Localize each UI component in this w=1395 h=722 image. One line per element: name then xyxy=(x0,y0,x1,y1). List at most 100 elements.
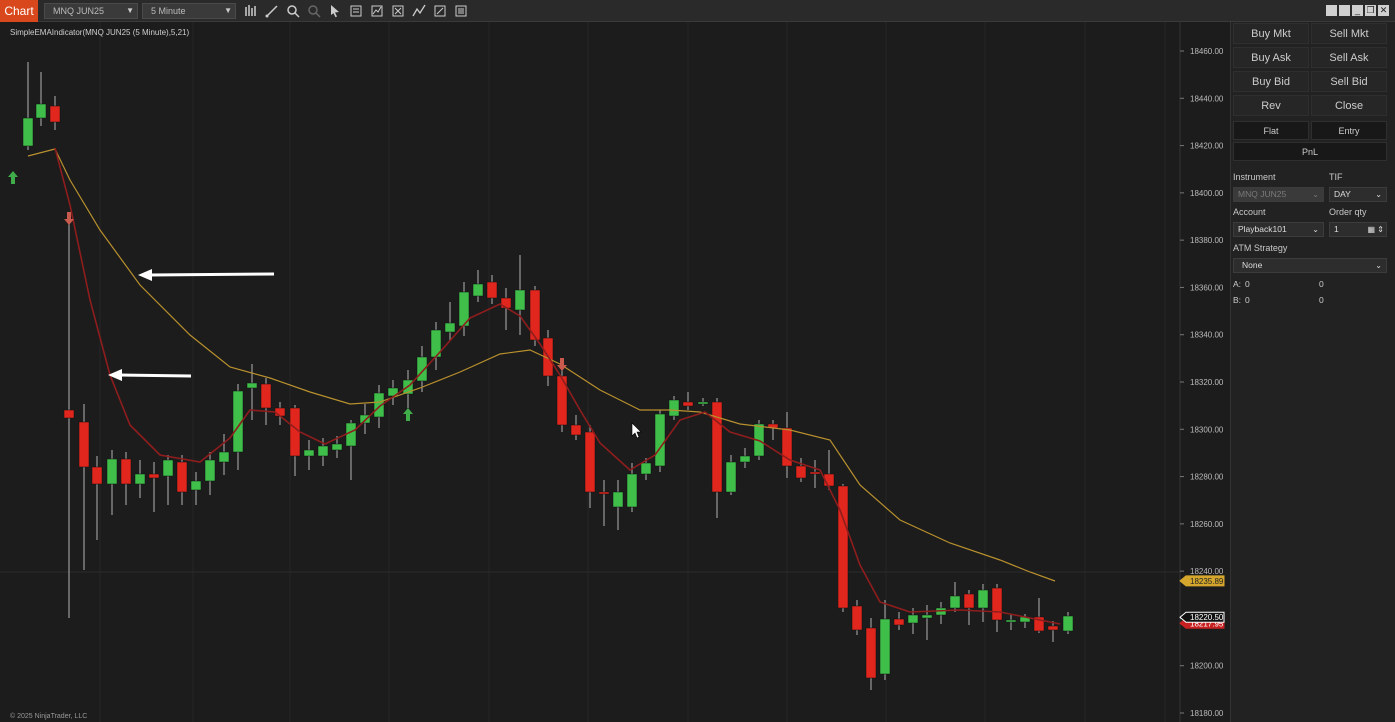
flat-button[interactable]: Flat xyxy=(1233,121,1309,140)
tif-select[interactable]: DAY ⌄ xyxy=(1329,187,1387,202)
candle xyxy=(289,405,301,476)
candle xyxy=(570,415,582,440)
sell-signal-arrow xyxy=(557,358,567,371)
strategies-icon[interactable] xyxy=(391,4,407,18)
template-icon[interactable] xyxy=(454,4,470,18)
restore-icon[interactable]: ❐ xyxy=(1365,5,1376,16)
candle xyxy=(134,460,146,498)
candle xyxy=(260,378,272,425)
candle xyxy=(837,484,849,612)
close-icon[interactable]: ✕ xyxy=(1378,5,1389,16)
candle xyxy=(1005,615,1017,630)
instrument-selector[interactable]: MNQ JUN25 ▼ xyxy=(44,3,138,19)
candle xyxy=(598,480,610,526)
properties-icon[interactable] xyxy=(433,4,449,18)
annotation-arrow xyxy=(138,269,275,281)
candle xyxy=(682,392,694,410)
tif-label: TIF xyxy=(1329,172,1343,182)
y-axis-tick-label: 18400.00 xyxy=(1190,189,1224,198)
candle xyxy=(444,302,456,340)
order-qty-stepper[interactable]: 1 ▦ ⇕ xyxy=(1329,222,1387,237)
tif-select-value: DAY xyxy=(1334,189,1351,199)
price-chart[interactable]: 18460.00 18440.00 18420.00 18400.00 18380.00… xyxy=(0,22,1230,722)
sell-bid-button[interactable]: Sell Bid xyxy=(1311,71,1387,92)
buy-ask-button[interactable]: Buy Ask xyxy=(1233,47,1309,68)
zoom-icon[interactable] xyxy=(286,4,302,18)
toolbar-icons xyxy=(244,4,470,18)
instrument-select-value: MNQ JUN25 xyxy=(1238,189,1287,199)
candle xyxy=(949,582,961,612)
maximize-panel-icon[interactable] xyxy=(1339,5,1350,16)
y-axis-tick-label: 18340.00 xyxy=(1190,331,1224,340)
close-button[interactable]: Close xyxy=(1311,95,1387,116)
a-value-2: 0 xyxy=(1319,279,1324,289)
candle xyxy=(795,458,807,482)
chevron-down-icon: ⌄ xyxy=(1375,190,1382,199)
pnl-button[interactable]: PnL xyxy=(1233,142,1387,161)
bar-type-icon[interactable] xyxy=(244,4,260,18)
account-select[interactable]: Playback101 ⌄ xyxy=(1233,222,1324,237)
candle xyxy=(49,96,61,130)
atm-strategy-label: ATM Strategy xyxy=(1233,243,1288,253)
y-axis-tick-label: 18380.00 xyxy=(1190,236,1224,245)
minimize-icon[interactable]: _ xyxy=(1352,5,1363,16)
candle xyxy=(35,72,47,126)
candle xyxy=(977,584,989,622)
mouse-cursor-icon xyxy=(631,422,642,439)
candle xyxy=(809,460,821,488)
chart-tab[interactable]: Chart xyxy=(0,0,38,22)
buy-mkt-button[interactable]: Buy Mkt xyxy=(1233,23,1309,44)
buy-signal-arrow xyxy=(8,171,18,184)
data-box-icon[interactable] xyxy=(349,4,365,18)
entry-button[interactable]: Entry xyxy=(1311,121,1387,140)
y-axis-tick-label: 18180.00 xyxy=(1190,709,1224,718)
candle xyxy=(1033,598,1045,633)
candle xyxy=(556,365,568,432)
chevron-down-icon: ⌄ xyxy=(1375,261,1382,270)
buy-bid-button[interactable]: Buy Bid xyxy=(1233,71,1309,92)
indicators-icon[interactable] xyxy=(370,4,386,18)
candle xyxy=(22,62,34,150)
y-axis-tick-label: 18360.00 xyxy=(1190,283,1224,292)
last-price-marker: 18220.50 xyxy=(1179,611,1225,623)
atm-strategy-select[interactable]: None ⌄ xyxy=(1233,258,1387,273)
ema-slow-price-marker-text: 18235.89 xyxy=(1190,577,1224,586)
candle xyxy=(767,420,779,440)
candle xyxy=(865,618,877,690)
y-axis-tick-label: 18300.00 xyxy=(1190,425,1224,434)
y-axis-tick-label: 18420.00 xyxy=(1190,142,1224,151)
candle xyxy=(879,600,891,680)
sell-ask-button[interactable]: Sell Ask xyxy=(1311,47,1387,68)
account-select-value: Playback101 xyxy=(1238,224,1287,234)
candle xyxy=(176,455,188,505)
order-qty-label: Order qty xyxy=(1329,207,1367,217)
candle xyxy=(668,396,680,420)
zoom-out-icon[interactable] xyxy=(307,4,323,18)
pointer-icon[interactable] xyxy=(328,4,344,18)
draw-line-icon[interactable] xyxy=(265,4,281,18)
stepper-icon[interactable]: ▦ ⇕ xyxy=(1368,223,1384,236)
rev-button[interactable]: Rev xyxy=(1233,95,1309,116)
candle xyxy=(963,590,975,625)
y-axis-tick-label: 18240.00 xyxy=(1190,567,1224,576)
candle xyxy=(626,463,638,512)
atm-strategy-value: None xyxy=(1242,260,1263,270)
candle xyxy=(1062,612,1074,634)
candle xyxy=(584,425,596,508)
draw-tools-icon[interactable] xyxy=(412,4,428,18)
interval-selector[interactable]: 5 Minute ▼ xyxy=(142,3,236,19)
candle xyxy=(514,255,526,335)
chevron-down-icon: ⌄ xyxy=(1312,190,1319,199)
candle xyxy=(148,462,160,512)
candle xyxy=(921,605,933,640)
y-axis-tick-label: 18280.00 xyxy=(1190,473,1224,482)
instrument-selector-label: MNQ JUN25 xyxy=(53,6,105,16)
candle xyxy=(697,398,709,406)
y-axis-tick-label: 18200.00 xyxy=(1190,662,1224,671)
tile-icon[interactable] xyxy=(1326,5,1337,16)
chart-canvas[interactable]: 18460.00 18440.00 18420.00 18400.00 18380.00… xyxy=(0,22,1230,722)
account-label: Account xyxy=(1233,207,1266,217)
candle xyxy=(78,404,90,570)
instrument-select[interactable]: MNQ JUN25 ⌄ xyxy=(1233,187,1324,202)
sell-mkt-button[interactable]: Sell Mkt xyxy=(1311,23,1387,44)
